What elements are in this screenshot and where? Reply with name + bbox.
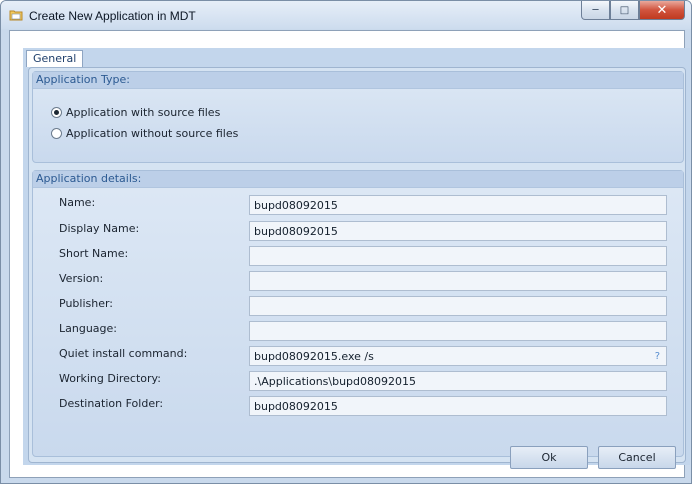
version-field[interactable] <box>249 271 667 291</box>
caption-buttons: ─ □ ✕ <box>581 1 685 21</box>
radio-indicator-unchecked[interactable] <box>51 128 62 139</box>
language-field[interactable] <box>249 321 667 341</box>
minimize-button[interactable]: ─ <box>581 1 610 20</box>
maximize-icon: □ <box>619 4 630 16</box>
dialog-window: Create New Application in MDT ─ □ ✕ Gene… <box>0 0 692 484</box>
application-details-header: Application details: <box>33 171 683 188</box>
short-name-field[interactable] <box>249 246 667 266</box>
application-type-header: Application Type: <box>33 72 683 89</box>
radio-with-source[interactable]: Application with source files <box>51 106 220 119</box>
window-title: Create New Application in MDT <box>29 9 196 23</box>
display-name-label: Display Name: <box>59 222 140 235</box>
name-label: Name: <box>59 196 96 209</box>
destination-folder-field[interactable]: bupd08092015 <box>249 396 667 416</box>
help-icon[interactable]: ? <box>655 347 660 367</box>
dialog-body: General Application Type: Application wi… <box>9 30 690 478</box>
folder-app-icon <box>9 9 23 21</box>
application-details-group: Application details: Name: bupd08092015 … <box>32 170 684 457</box>
close-button[interactable]: ✕ <box>639 1 685 20</box>
quiet-install-command-label: Quiet install command: <box>59 347 188 360</box>
publisher-field[interactable] <box>249 296 667 316</box>
version-label: Version: <box>59 272 104 285</box>
radio-label: Application with source files <box>66 106 221 119</box>
publisher-label: Publisher: <box>59 297 114 310</box>
radio-indicator-checked[interactable] <box>51 107 62 118</box>
name-field[interactable]: bupd08092015 <box>249 195 667 215</box>
application-type-group: Application Type: Application with sourc… <box>32 71 684 163</box>
close-icon: ✕ <box>656 2 668 18</box>
radio-label: Application without source files <box>66 127 239 140</box>
short-name-label: Short Name: <box>59 247 129 260</box>
maximize-button[interactable]: □ <box>610 1 639 20</box>
tab-panel-general: Application Type: Application with sourc… <box>28 67 686 463</box>
tab-general[interactable]: General <box>26 50 84 67</box>
working-directory-label: Working Directory: <box>59 372 161 385</box>
ok-button[interactable]: Ok <box>510 446 588 469</box>
display-name-field[interactable]: bupd08092015 <box>249 221 667 241</box>
destination-folder-label: Destination Folder: <box>59 397 164 410</box>
title-bar[interactable]: Create New Application in MDT ─ □ ✕ <box>1 1 691 29</box>
quiet-install-command-value: bupd08092015.exe /s <box>254 350 374 363</box>
working-directory-field[interactable]: .\Applications\bupd08092015 <box>249 371 667 391</box>
minimize-icon: ─ <box>592 4 599 16</box>
quiet-install-command-field[interactable]: bupd08092015.exe /s ? <box>249 346 667 366</box>
cancel-button[interactable]: Cancel <box>598 446 676 469</box>
tab-control: General Application Type: Application wi… <box>23 48 690 465</box>
language-label: Language: <box>59 322 117 335</box>
radio-without-source[interactable]: Application without source files <box>51 127 238 140</box>
